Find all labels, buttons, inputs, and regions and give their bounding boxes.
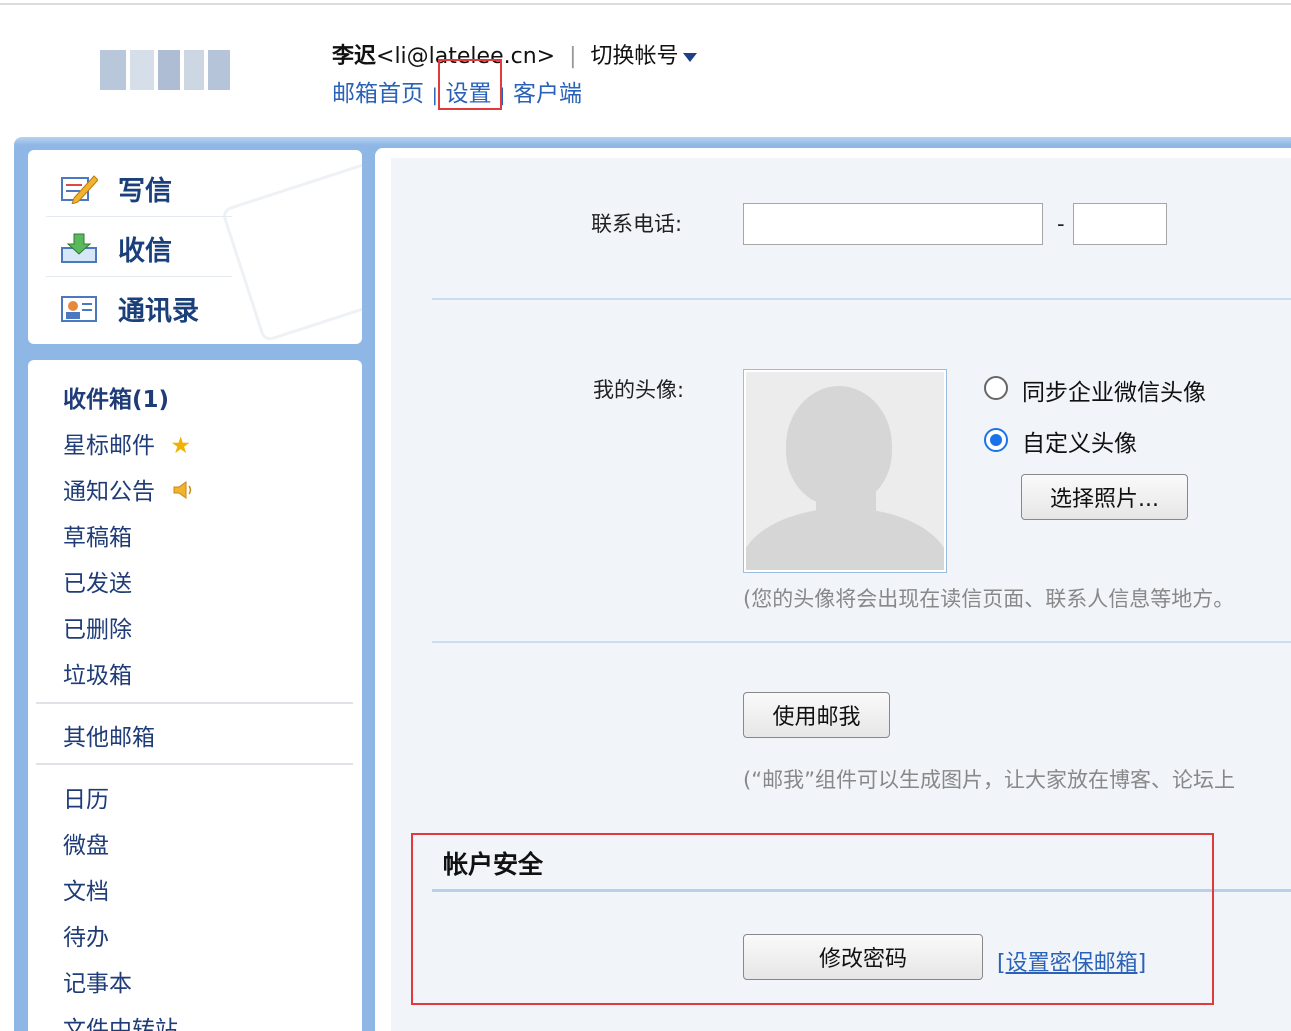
folder-starred[interactable]: 星标邮件 ★ — [63, 426, 191, 460]
folder-deleted[interactable]: 已删除 — [63, 610, 132, 644]
quick-divider — [46, 216, 232, 217]
section-divider — [432, 641, 1291, 643]
choose-photo-button[interactable]: 选择照片... — [1021, 474, 1188, 520]
folder-starred-label: 星标邮件 — [63, 433, 155, 459]
top-divider — [0, 3, 1291, 5]
settings-highlight-box — [438, 59, 502, 110]
quick-divider — [46, 276, 232, 277]
account-line: 李迟<li@latelee.cn> | 切换帐号 — [332, 38, 697, 70]
custom-avatar-radio[interactable] — [984, 428, 1008, 452]
avatar-note: (您的头像将会出现在读信页面、联系人信息等地方。 — [743, 587, 1235, 611]
mail-home-link[interactable]: 邮箱首页 — [332, 81, 424, 107]
folder-announcements[interactable]: 通知公告 — [63, 472, 194, 506]
quick-actions-panel: 写信 收信 通讯录 — [28, 150, 362, 344]
compose-label: 写信 — [118, 175, 172, 207]
section-divider — [432, 298, 1291, 300]
use-mail-me-button[interactable]: 使用邮我 — [743, 692, 890, 738]
folder-other-mailboxes[interactable]: 其他邮箱 — [63, 718, 155, 752]
app-docs[interactable]: 文档 — [63, 872, 109, 906]
folder-divider — [36, 763, 353, 765]
app-todo[interactable]: 待办 — [63, 918, 109, 952]
folder-sent[interactable]: 已发送 — [63, 564, 132, 598]
app-disk[interactable]: 微盘 — [63, 826, 109, 860]
security-highlight-box — [411, 833, 1214, 1005]
contacts-button[interactable]: 通讯录 — [60, 278, 260, 338]
folder-spam[interactable]: 垃圾箱 — [63, 656, 132, 690]
folder-announcements-label: 通知公告 — [63, 479, 155, 505]
phone-label: 联系电话: — [591, 212, 683, 236]
sync-wechat-avatar-radio[interactable] — [984, 376, 1008, 400]
header-separator: | — [569, 44, 577, 69]
app-notes[interactable]: 记事本 — [63, 964, 132, 998]
avatar-label: 我的头像: — [593, 378, 685, 402]
receive-label: 收信 — [118, 235, 172, 267]
folder-divider — [36, 702, 353, 704]
star-icon: ★ — [170, 433, 191, 459]
frame-top-edge — [14, 137, 1291, 145]
custom-avatar-label: 自定义头像 — [1022, 431, 1137, 457]
phone-number-input[interactable] — [743, 203, 1043, 245]
phone-extension-input[interactable] — [1073, 203, 1167, 245]
sync-wechat-avatar-label: 同步企业微信头像 — [1022, 380, 1206, 406]
switch-account-button[interactable]: 切换帐号 — [591, 44, 697, 69]
default-avatar-icon — [746, 372, 944, 570]
switch-account-label: 切换帐号 — [590, 44, 679, 69]
folder-inbox[interactable]: 收件箱(1) — [63, 380, 169, 414]
folder-list: 收件箱(1) 星标邮件 ★ 通知公告 草稿箱 已发送 已删除 垃圾箱 其他邮箱 … — [28, 360, 362, 1031]
avatar-preview — [743, 369, 947, 573]
receive-button[interactable]: 收信 — [60, 218, 260, 278]
client-link[interactable]: 客户端 — [513, 81, 582, 107]
contacts-label: 通讯录 — [118, 295, 199, 327]
phone-dash: - — [1057, 212, 1065, 236]
speaker-icon — [172, 480, 194, 506]
compose-icon — [60, 172, 99, 205]
company-logo — [100, 50, 230, 90]
compose-button[interactable]: 写信 — [60, 158, 260, 218]
user-name: 李迟 — [332, 44, 377, 69]
receive-icon — [60, 232, 98, 264]
app-file-transfer[interactable]: 文件中转站 — [63, 1010, 178, 1031]
folder-drafts[interactable]: 草稿箱 — [63, 518, 132, 552]
app-calendar[interactable]: 日历 — [63, 780, 109, 814]
caret-down-icon — [682, 52, 697, 62]
mail-me-note: (“邮我”组件可以生成图片，让大家放在博客、论坛上 — [743, 768, 1235, 792]
contacts-icon — [60, 292, 98, 324]
